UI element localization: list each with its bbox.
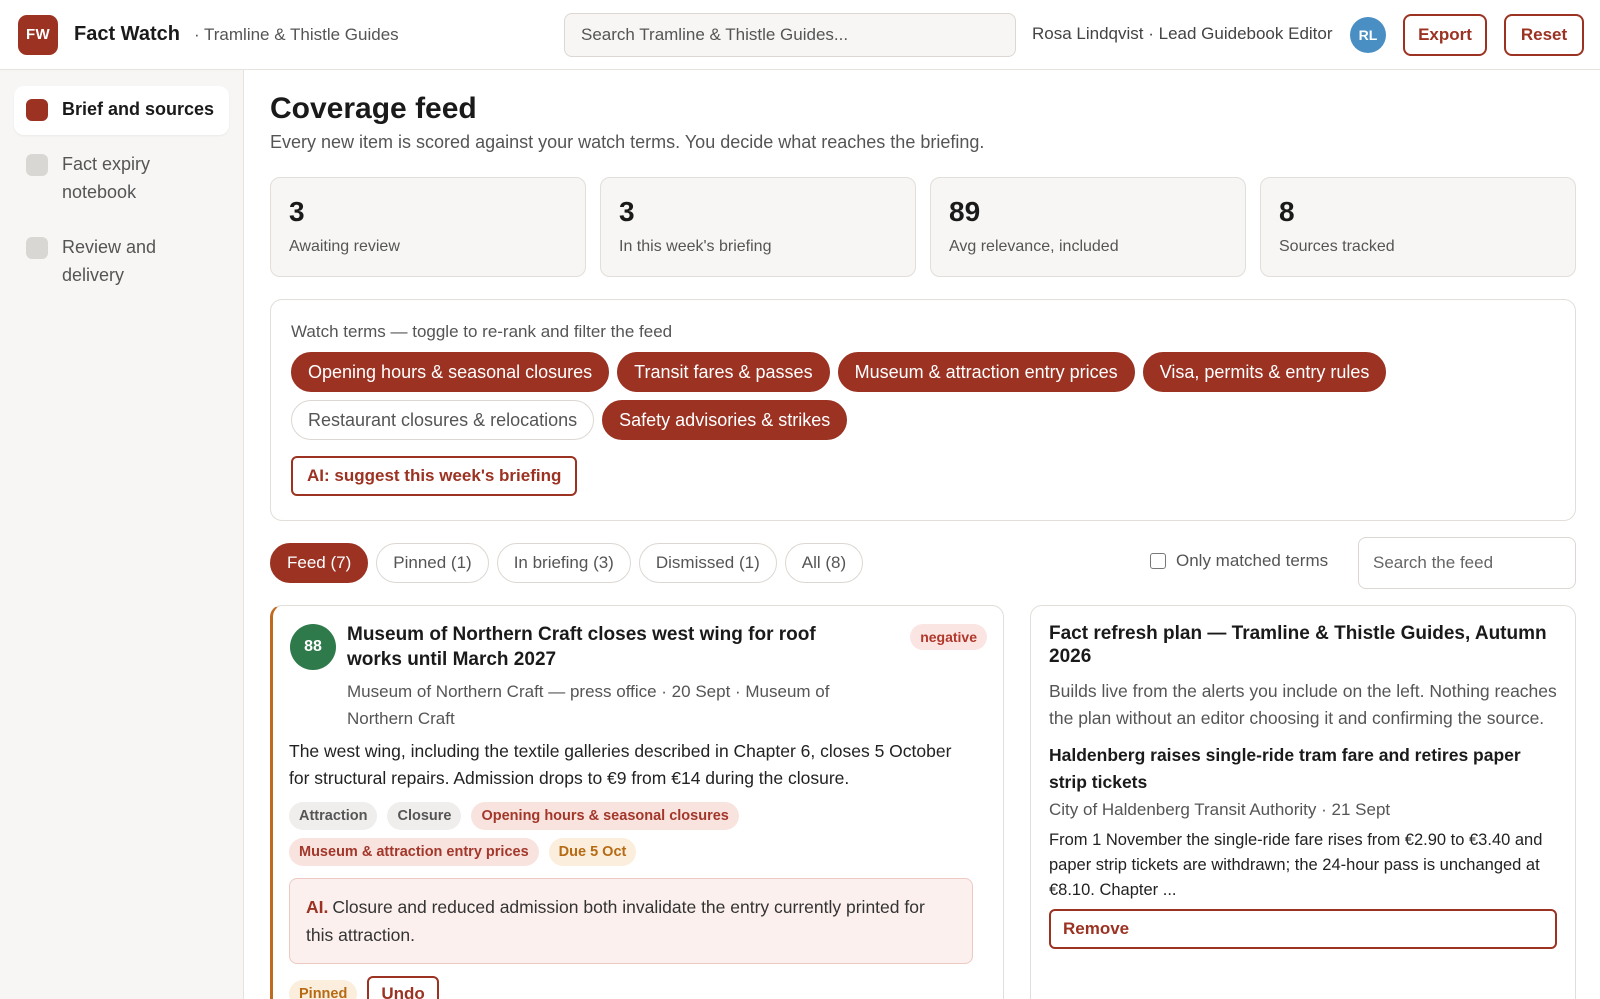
sidebar: Brief and sources Fact expiry notebook R… bbox=[0, 70, 244, 999]
top-bar: FW Fact Watch · Tramline & Thistle Guide… bbox=[0, 0, 1600, 70]
user-name: Rosa Lindqvist · Lead Guidebook Editor bbox=[1032, 24, 1333, 43]
plan-item-body: From 1 November the single-ride fare ris… bbox=[1049, 831, 1543, 899]
watch-terms-title: Watch terms — toggle to re-rank and filt… bbox=[291, 322, 673, 341]
page-description: Every new item is scored against your wa… bbox=[270, 132, 985, 152]
feed-item-body: The west wing, including the textile gal… bbox=[289, 741, 952, 788]
watch-term-chips: Opening hours & seasonal closures Transi… bbox=[291, 352, 1491, 440]
tag: Closure bbox=[387, 802, 462, 830]
feed-filter-row: Feed (7) Pinned (1) In briefing (3) Dism… bbox=[270, 537, 1576, 589]
sidebar-item-review-and-delivery[interactable]: Review and delivery bbox=[14, 224, 229, 301]
watch-term-chip[interactable]: Museum & attraction entry prices bbox=[837, 352, 1135, 392]
stat-value: 3 bbox=[289, 196, 305, 227]
nav-square-icon bbox=[26, 99, 48, 121]
avatar[interactable]: RL bbox=[1350, 17, 1386, 53]
nav-square-icon bbox=[26, 154, 48, 176]
stat-sources-tracked: 8 Sources tracked bbox=[1260, 177, 1576, 277]
only-matched-checkbox[interactable] bbox=[1150, 553, 1166, 569]
stat-label: Sources tracked bbox=[1279, 238, 1395, 255]
org-name: · Tramline & Thistle Guides bbox=[193, 24, 399, 44]
ai-suggest-briefing-button[interactable]: AI: suggest this week's briefing bbox=[291, 456, 578, 496]
feed-item-actions: Pinned Undo bbox=[289, 976, 987, 999]
feed-item-title[interactable]: Museum of Northern Craft closes west win… bbox=[347, 622, 847, 672]
watch-term-chip[interactable]: Visa, permits & entry rules bbox=[1142, 352, 1387, 392]
tag: Museum & attraction entry prices bbox=[289, 838, 539, 866]
stat-value: 89 bbox=[949, 196, 981, 227]
sidebar-item-label: Brief and sources bbox=[62, 99, 215, 119]
sidebar-item-brief-and-sources[interactable]: Brief and sources bbox=[14, 86, 229, 135]
stat-label: In this week's briefing bbox=[619, 238, 772, 255]
sidebar-item-fact-expiry-notebook[interactable]: Fact expiry notebook bbox=[14, 141, 229, 218]
tab-feed[interactable]: Feed (7) bbox=[270, 543, 369, 583]
only-matched-toggle[interactable]: Only matched terms bbox=[1150, 551, 1328, 571]
reset-button[interactable]: Reset bbox=[1504, 14, 1584, 56]
tab-pinned[interactable]: Pinned (1) bbox=[376, 543, 489, 583]
undo-button[interactable]: Undo bbox=[367, 976, 439, 999]
app-name: Fact Watch bbox=[74, 23, 180, 45]
tag: Attraction bbox=[289, 802, 378, 830]
stat-label: Awaiting review bbox=[289, 238, 400, 255]
fact-refresh-plan: Fact refresh plan — Tramline & Thistle G… bbox=[1030, 605, 1576, 999]
nav-square-icon bbox=[26, 237, 48, 259]
watch-term-chip[interactable]: Restaurant closures & relocations bbox=[291, 400, 595, 440]
stat-avg-relevance: 89 Avg relevance, included bbox=[930, 177, 1246, 277]
sidebar-item-label: Review and delivery bbox=[62, 237, 157, 285]
remove-button[interactable]: Remove bbox=[1049, 909, 1557, 949]
page-title: Coverage feed bbox=[270, 92, 477, 125]
stat-label: Avg relevance, included bbox=[949, 238, 1119, 255]
main-content: Coverage feed Every new item is scored a… bbox=[270, 70, 1576, 999]
only-matched-label: Only matched terms bbox=[1176, 551, 1329, 570]
stats-row: 3 Awaiting review 3 In this week's brief… bbox=[270, 177, 1576, 277]
watch-term-chip[interactable]: Transit fares & passes bbox=[617, 352, 830, 392]
plan-item-meta: City of Haldenberg Transit Authority · 2… bbox=[1049, 800, 1391, 819]
pinned-badge: Pinned bbox=[289, 980, 358, 999]
ai-note-box: AI. Closure and reduced admission both in… bbox=[289, 878, 973, 964]
watch-term-chip[interactable]: Opening hours & seasonal closures bbox=[291, 352, 610, 392]
feed-columns: 88 negative Museum of Northern Craft clo… bbox=[270, 605, 1576, 999]
ai-note-text: Closure and reduced admission both inval… bbox=[306, 897, 925, 945]
tab-all[interactable]: All (8) bbox=[784, 543, 864, 583]
stat-value: 3 bbox=[619, 196, 635, 227]
due-date-tag: Due 5 Oct bbox=[548, 838, 637, 866]
ai-note-prefix: AI. bbox=[306, 897, 329, 917]
sidebar-item-label: Fact expiry notebook bbox=[62, 154, 151, 202]
feed-item-card[interactable]: 88 negative Museum of Northern Craft clo… bbox=[270, 605, 1004, 999]
stat-value: 8 bbox=[1279, 196, 1295, 227]
plan-item-title: Haldenberg raises single-ride tram fare … bbox=[1049, 745, 1521, 792]
plan-title: Fact refresh plan — Tramline & Thistle G… bbox=[1049, 623, 1547, 667]
relevance-score: 88 bbox=[290, 624, 336, 670]
plan-description: Builds live from the alerts you include … bbox=[1049, 681, 1557, 728]
feed-item-meta: Museum of Northern Craft — press office … bbox=[347, 682, 830, 728]
app-logo: FW bbox=[18, 14, 58, 55]
watch-term-chip[interactable]: Safety advisories & strikes bbox=[602, 400, 848, 440]
tab-in-briefing[interactable]: In briefing (3) bbox=[496, 543, 631, 583]
tag: Opening hours & seasonal closures bbox=[471, 802, 739, 830]
global-search-input[interactable] bbox=[564, 13, 1016, 57]
feed-search-input[interactable] bbox=[1358, 537, 1576, 589]
stat-in-briefing: 3 In this week's briefing bbox=[600, 177, 916, 277]
stat-awaiting-review: 3 Awaiting review bbox=[270, 177, 586, 277]
export-button[interactable]: Export bbox=[1403, 14, 1487, 56]
feed-item-tags: Attraction Closure Opening hours & seaso… bbox=[289, 802, 969, 866]
tab-dismissed[interactable]: Dismissed (1) bbox=[638, 543, 777, 583]
sentiment-badge: negative bbox=[910, 624, 987, 650]
watch-terms-panel: Watch terms — toggle to re-rank and filt… bbox=[270, 299, 1576, 521]
